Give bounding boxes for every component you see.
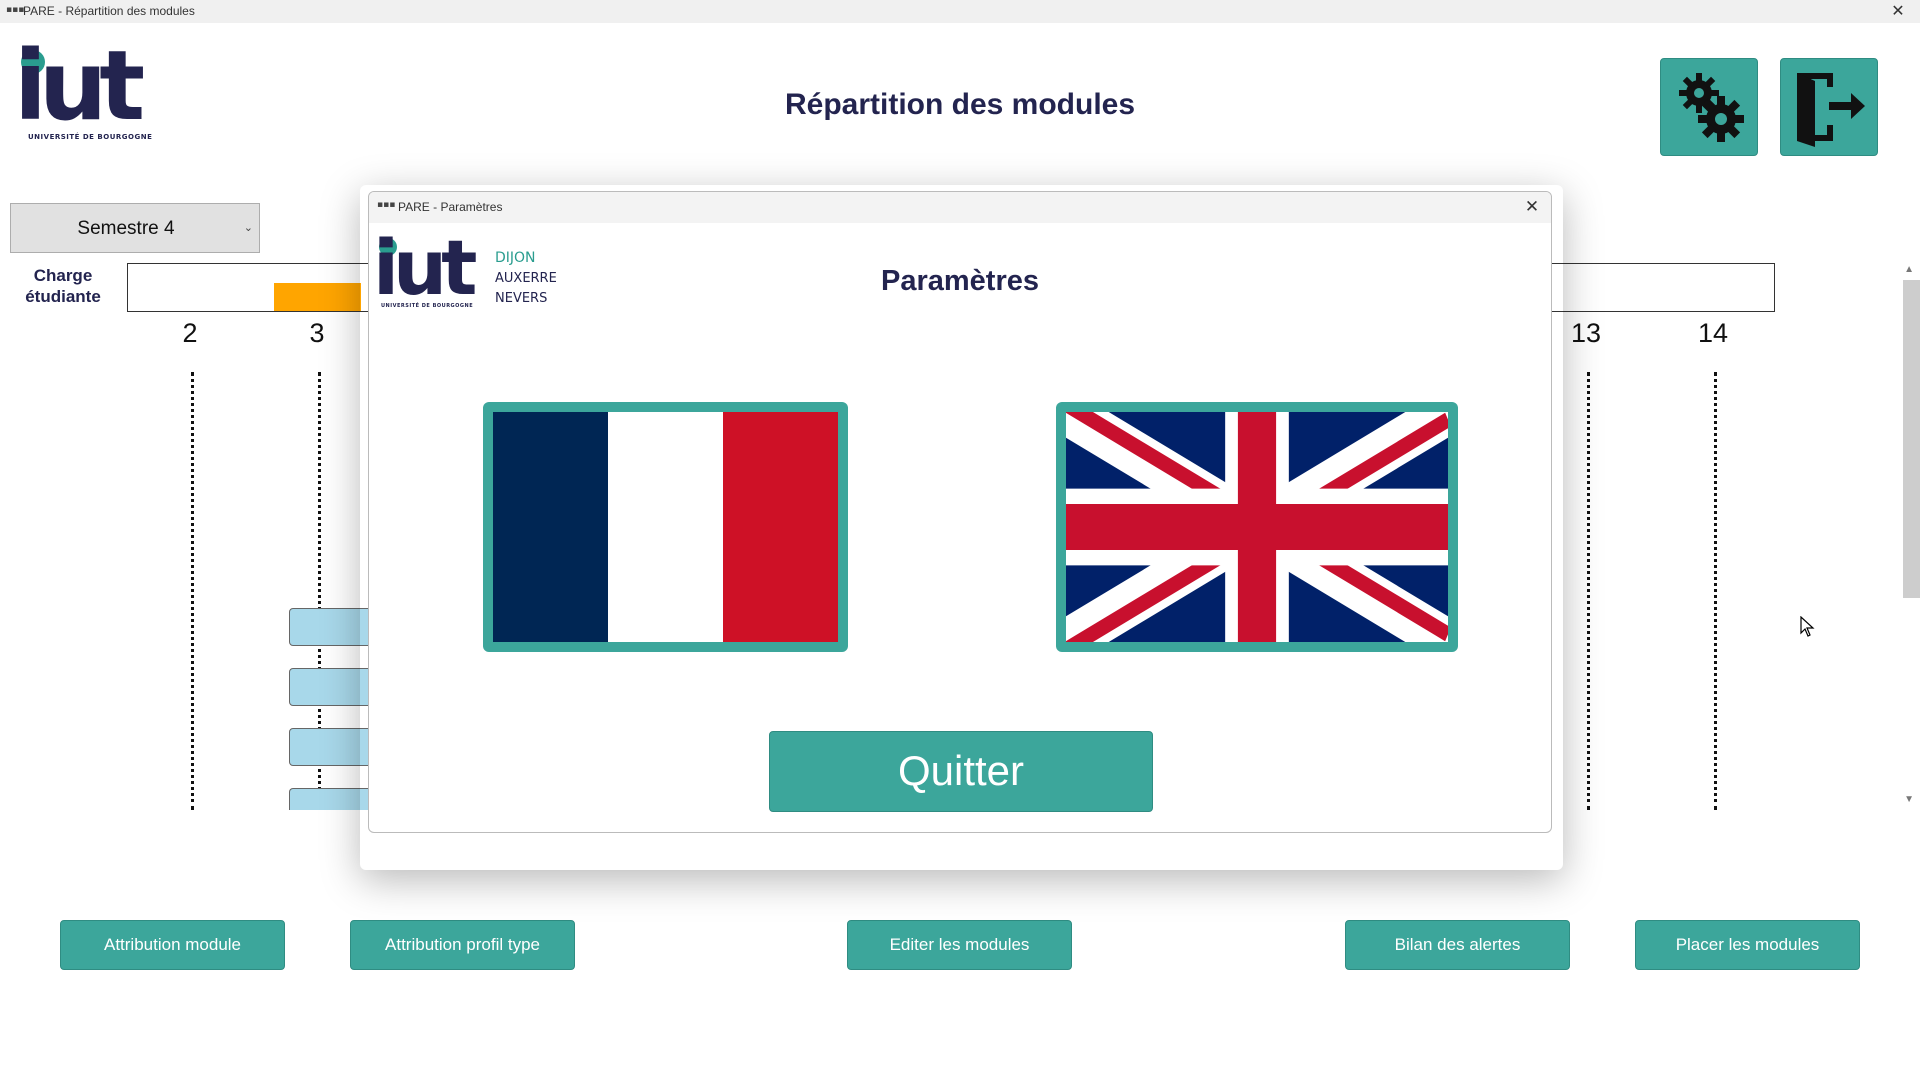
settings-dialog: ▪▪▪ PARE - Paramètres ✕ iut UNIVERSITÉ D… — [368, 191, 1552, 833]
chevron-down-icon: ⌄ — [243, 222, 253, 234]
settings-button[interactable] — [1660, 58, 1758, 156]
logo-subtitle: UNIVERSITÉ DE BOURGOGNE — [28, 133, 153, 141]
charge-label: Charge étudiante — [8, 265, 118, 307]
week-number: 2 — [182, 318, 198, 348]
window-close-button[interactable]: ✕ — [1886, 0, 1910, 23]
scrollbar-thumb[interactable] — [1903, 280, 1920, 598]
charge-bar-fill — [274, 283, 361, 311]
uk-flag-icon — [1066, 412, 1448, 642]
bilan-alertes-button[interactable]: Bilan des alertes — [1345, 920, 1570, 970]
scroll-up-arrow[interactable]: ▲ — [1904, 264, 1914, 275]
week-number: 3 — [309, 318, 325, 348]
charge-label-line1: Charge — [33, 266, 93, 285]
semester-select[interactable]: Semestre 4 ⌄ — [10, 203, 260, 253]
mouse-cursor-icon — [1800, 616, 1815, 637]
app-icon: ▪▪▪ — [6, 5, 25, 15]
page-title: Répartition des modules — [784, 88, 1136, 121]
dialog-app-icon: ▪▪▪ — [377, 200, 396, 210]
week-line — [1714, 372, 1717, 810]
week-number: 14 — [1697, 318, 1729, 348]
attribution-profil-button[interactable]: Attribution profil type — [350, 920, 575, 970]
quit-button[interactable]: Quitter — [769, 731, 1153, 812]
exit-button[interactable] — [1780, 58, 1878, 156]
dialog-logo-subtitle: UNIVERSITÉ DE BOURGOGNE — [381, 303, 474, 309]
dialog-window-title: PARE - Paramètres — [398, 200, 503, 214]
france-flag-icon — [493, 412, 838, 642]
french-language-button[interactable] — [483, 402, 848, 652]
campus-dijon: DIJON — [495, 250, 536, 266]
semester-value: Semestre 4 — [77, 218, 175, 239]
week-number: 13 — [1570, 318, 1602, 348]
attribution-module-button[interactable]: Attribution module — [60, 920, 285, 970]
window-title: PARE - Répartition des modules — [23, 4, 195, 18]
week-line — [1587, 372, 1590, 810]
week-line — [191, 372, 194, 810]
dialog-titlebar: ▪▪▪ PARE - Paramètres ✕ — [369, 192, 1551, 223]
gears-icon — [1679, 73, 1744, 142]
exit-door-icon — [1797, 73, 1865, 147]
editer-modules-button[interactable]: Editer les modules — [847, 920, 1072, 970]
scroll-down-arrow[interactable]: ▼ — [1904, 794, 1914, 805]
main-titlebar: ▪▪▪ PARE - Répartition des modules ✕ — [0, 0, 1920, 23]
english-language-button[interactable] — [1056, 402, 1458, 652]
placer-modules-button[interactable]: Placer les modules — [1635, 920, 1860, 970]
dialog-close-button[interactable]: ✕ — [1519, 194, 1545, 220]
charge-label-line2: étudiante — [25, 287, 101, 306]
dialog-heading: Paramètres — [881, 265, 1039, 297]
